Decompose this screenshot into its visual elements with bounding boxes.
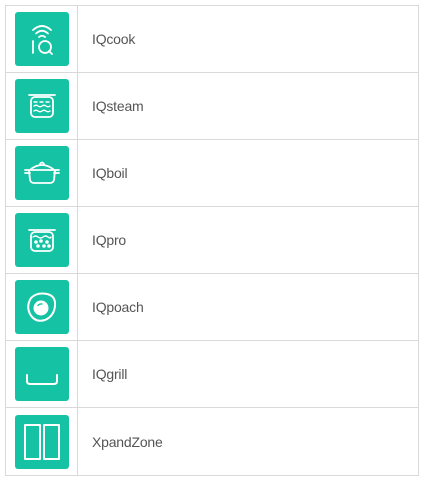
feature-label: IQgrill bbox=[92, 366, 128, 382]
icon-cell bbox=[6, 341, 78, 407]
fried-egg-icon bbox=[14, 280, 69, 334]
feature-label: IQcook bbox=[92, 31, 136, 47]
icon-cell bbox=[6, 140, 78, 206]
feature-table: IQcook IQsteam IQboil IQpro IQpoach IQgr… bbox=[5, 5, 419, 476]
feature-label: XpandZone bbox=[92, 433, 163, 450]
feature-label: IQboil bbox=[92, 165, 128, 181]
boil-pot-icon bbox=[14, 146, 69, 200]
feature-row-iqcook: IQcook bbox=[6, 6, 418, 73]
icon-cell bbox=[6, 408, 78, 475]
pro-pot-icon bbox=[14, 213, 69, 267]
steam-pot-icon bbox=[14, 79, 69, 133]
icon-cell bbox=[6, 6, 78, 72]
feature-label: IQpoach bbox=[92, 299, 144, 315]
feature-row-iqpoach: IQpoach bbox=[6, 274, 418, 341]
feature-row-xpandzone: XpandZone bbox=[6, 408, 418, 475]
feature-label: IQsteam bbox=[92, 98, 144, 114]
feature-row-iqpro: IQpro bbox=[6, 207, 418, 274]
feature-row-iqgrill: IQgrill bbox=[6, 341, 418, 408]
iq-wireless-icon bbox=[14, 12, 69, 66]
icon-cell bbox=[6, 274, 78, 340]
feature-row-iqboil: IQboil bbox=[6, 140, 418, 207]
feature-label: IQpro bbox=[92, 232, 127, 248]
grill-pan-icon bbox=[14, 347, 69, 401]
icon-cell bbox=[6, 73, 78, 139]
xpandzone-icon bbox=[14, 414, 69, 469]
feature-row-iqsteam: IQsteam bbox=[6, 73, 418, 140]
icon-cell bbox=[6, 207, 78, 273]
